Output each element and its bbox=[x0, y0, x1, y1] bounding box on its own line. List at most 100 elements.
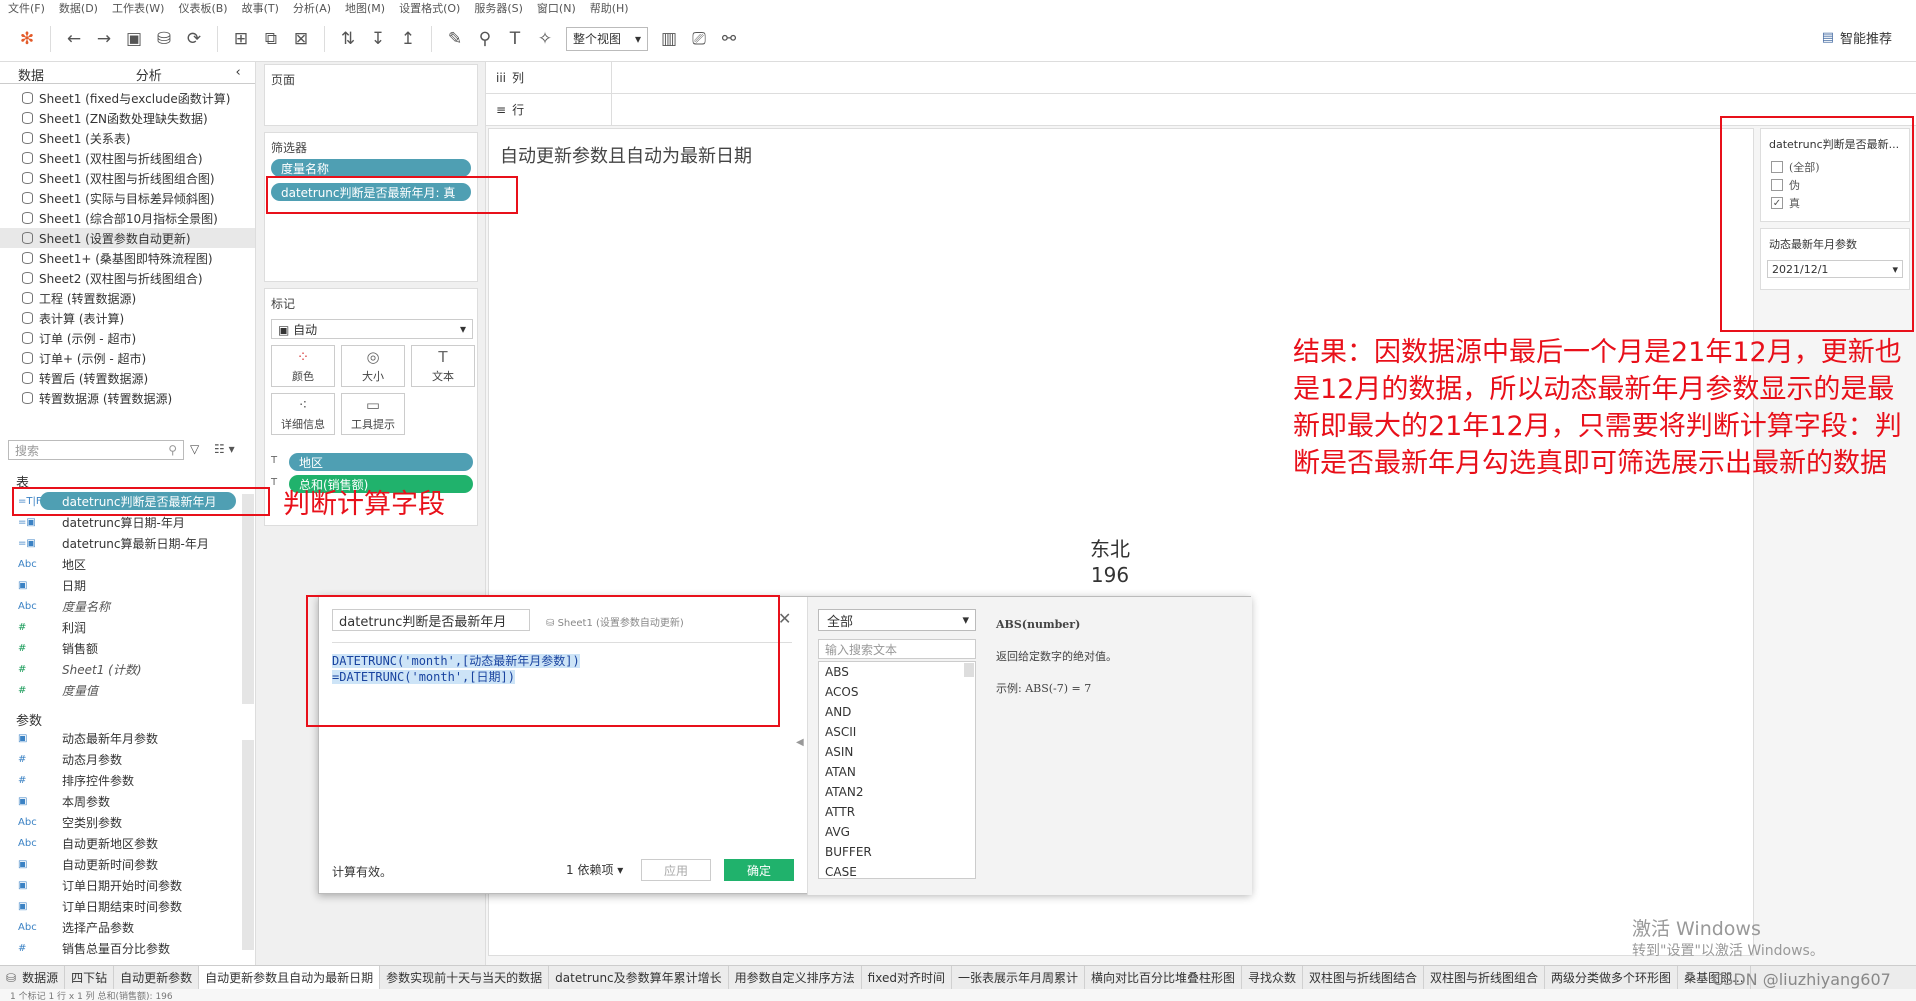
field-item[interactable]: =▣ datetrunc算最新日期-年月 bbox=[0, 533, 250, 554]
apply-button[interactable]: 应用 bbox=[641, 859, 711, 881]
sort-asc-icon[interactable]: ↧ bbox=[363, 24, 393, 54]
datasource-item[interactable]: Sheet1 (设置参数自动更新) bbox=[0, 228, 255, 248]
filter-icon[interactable]: ▽ bbox=[190, 442, 199, 456]
function-category-select[interactable]: 全部 ▾ bbox=[818, 609, 976, 631]
function-list-scrollbar[interactable] bbox=[964, 663, 974, 677]
sort-desc-icon[interactable]: ↥ bbox=[393, 24, 423, 54]
rows-shelf[interactable]: ≡ 行 bbox=[486, 94, 1916, 126]
field-item[interactable]: # Sheet1 (计数) bbox=[0, 659, 250, 680]
view-options-icon[interactable]: ☷ ▾ bbox=[214, 442, 235, 456]
datasource-item[interactable]: Sheet1 (ZN函数处理缺失数据) bbox=[0, 108, 255, 128]
datasource-item[interactable]: 转置数据源 (转置数据源) bbox=[0, 388, 255, 408]
swap-icon[interactable]: ⇅ bbox=[333, 24, 363, 54]
menu-item[interactable]: 数据(D) bbox=[59, 0, 98, 16]
function-item[interactable]: ATTR bbox=[819, 802, 975, 822]
sheet-tab[interactable]: 用参数自定义排序方法 bbox=[729, 966, 862, 989]
dependencies-dropdown[interactable]: 1 依赖项 ▾ bbox=[566, 861, 623, 878]
datasource-item[interactable]: Sheet1 (综合部10月指标全景图) bbox=[0, 208, 255, 228]
text-button[interactable]: T 文本 bbox=[411, 345, 475, 387]
tooltip-button[interactable]: ▭ 工具提示 bbox=[341, 393, 405, 435]
duplicate-sheet-icon[interactable]: ⧉ bbox=[256, 24, 286, 54]
new-datasource-icon[interactable]: ⛁ bbox=[149, 24, 179, 54]
show-cards-icon[interactable]: ▥ bbox=[654, 24, 684, 54]
field-item[interactable]: Abc 选择产品参数 bbox=[0, 917, 250, 938]
function-item[interactable]: AVG bbox=[819, 822, 975, 842]
menu-item[interactable]: 窗口(N) bbox=[537, 0, 576, 16]
columns-shelf[interactable]: iii 列 bbox=[486, 62, 1916, 94]
sheet-tab[interactable]: 自动更新参数 bbox=[114, 966, 200, 989]
field-item[interactable]: Abc 空类别参数 bbox=[0, 812, 250, 833]
sheet-tab[interactable]: datetrunc及参数算年累计增长 bbox=[549, 966, 729, 989]
field-item[interactable]: ▣ 订单日期开始时间参数 bbox=[0, 875, 250, 896]
collapse-icon[interactable]: ‹ bbox=[235, 62, 255, 83]
datasource-item[interactable]: 表计算 (表计算) bbox=[0, 308, 255, 328]
color-button[interactable]: ⁘ 颜色 bbox=[271, 345, 335, 387]
sheet-tab[interactable]: 自动更新参数且自动为最新日期 bbox=[199, 966, 381, 989]
field-item[interactable]: Abc 度量名称 bbox=[0, 596, 250, 617]
undo-icon[interactable]: ← bbox=[59, 24, 89, 54]
field-item[interactable]: ▣ 本周参数 bbox=[0, 791, 250, 812]
function-item[interactable]: ACOS bbox=[819, 682, 975, 702]
sheet-tab[interactable]: 寻找众数 bbox=[1242, 966, 1304, 989]
function-list[interactable]: ABS ACOS AND ASCII ASIN ATAN ATAN2 ATTR AVG BUFFE… bbox=[818, 661, 976, 879]
menu-item[interactable]: 帮助(H) bbox=[590, 0, 629, 16]
presentation-icon[interactable]: ⎚ bbox=[684, 24, 714, 54]
function-item[interactable]: BUFFER bbox=[819, 842, 975, 862]
field-item[interactable]: # 利润 bbox=[0, 617, 250, 638]
menu-item[interactable]: 服务器(S) bbox=[474, 0, 523, 16]
datasource-item[interactable]: 订单+ (示例 - 超市) bbox=[0, 348, 255, 368]
field-item[interactable]: # 度量值 bbox=[0, 680, 250, 701]
field-item[interactable]: # 动态月参数 bbox=[0, 749, 250, 770]
function-item[interactable]: ABS bbox=[819, 662, 975, 682]
tab-data[interactable]: 数据 bbox=[0, 62, 118, 84]
datasource-item[interactable]: Sheet1 (双柱图与折线图组合) bbox=[0, 148, 255, 168]
field-scrollbar[interactable] bbox=[242, 494, 254, 704]
filter-pill-measure-names[interactable]: 度量名称 bbox=[271, 159, 471, 177]
label-icon[interactable]: T bbox=[500, 24, 530, 54]
share-icon[interactable]: ⚯ bbox=[714, 24, 744, 54]
tab-datasource[interactable]: ⛁ 数据源 bbox=[0, 966, 66, 989]
menu-item[interactable]: 故事(T) bbox=[242, 0, 279, 16]
sheet-tab[interactable]: 两级分类做多个环形图 bbox=[1545, 966, 1679, 989]
function-item[interactable]: ASCII bbox=[819, 722, 975, 742]
field-item[interactable]: # 销售总量百分比参数 bbox=[0, 938, 250, 959]
field-item[interactable]: # 销售额 bbox=[0, 638, 250, 659]
datasource-item[interactable]: Sheet1 (实际与目标差异倾斜图) bbox=[0, 188, 255, 208]
sheet-tab[interactable]: 一张表展示年月周累计 bbox=[952, 966, 1085, 989]
menu-item[interactable]: 文件(F) bbox=[8, 0, 45, 16]
highlight-icon[interactable]: ✎ bbox=[440, 24, 470, 54]
function-item[interactable]: ATAN bbox=[819, 762, 975, 782]
sheet-tab[interactable]: 横向对比百分比堆叠柱形图 bbox=[1085, 966, 1242, 989]
field-item[interactable]: Abc 自动更新地区参数 bbox=[0, 833, 250, 854]
function-search-input[interactable]: 输入搜索文本 bbox=[818, 639, 976, 659]
group-icon[interactable]: ⚲ bbox=[470, 24, 500, 54]
datasource-item[interactable]: Sheet2 (双柱图与折线图组合) bbox=[0, 268, 255, 288]
mark-pill-region[interactable]: 地区 bbox=[289, 453, 473, 471]
smart-recommend-button[interactable]: ▤ 智能推荐 bbox=[1822, 28, 1892, 47]
function-item[interactable]: ASIN bbox=[819, 742, 975, 762]
redo-icon[interactable]: → bbox=[89, 24, 119, 54]
tab-analytics[interactable]: 分析 bbox=[118, 62, 236, 84]
field-item[interactable]: ▣ 订单日期结束时间参数 bbox=[0, 896, 250, 917]
mark-type-select[interactable]: ▣ 自动 ▾ bbox=[271, 319, 473, 339]
menu-item[interactable]: 分析(A) bbox=[293, 0, 331, 16]
menu-item[interactable]: 地图(M) bbox=[345, 0, 385, 16]
collapse-arrow-icon[interactable]: ◀ bbox=[796, 737, 804, 748]
function-item[interactable]: CASE bbox=[819, 862, 975, 878]
datasource-item[interactable]: 工程 (转置数据源) bbox=[0, 288, 255, 308]
close-icon[interactable]: ✕ bbox=[778, 609, 791, 628]
menu-item[interactable]: 工作表(W) bbox=[112, 0, 164, 16]
field-item[interactable]: ▣ 日期 bbox=[0, 575, 250, 596]
field-search-input[interactable]: 搜索 ⚲ bbox=[8, 440, 184, 460]
size-button[interactable]: ◎ 大小 bbox=[341, 345, 405, 387]
clear-sheet-icon[interactable]: ⊠ bbox=[286, 24, 316, 54]
sheet-tab[interactable]: 四下钻 bbox=[65, 966, 115, 989]
new-sheet-icon[interactable]: ⊞ bbox=[226, 24, 256, 54]
viz-mark-label[interactable]: 东北 196 bbox=[1090, 536, 1130, 588]
field-item[interactable]: ▣ 自动更新时间参数 bbox=[0, 854, 250, 875]
datasource-item[interactable]: 订单 (示例 - 超市) bbox=[0, 328, 255, 348]
tableau-logo-icon[interactable]: ✻ bbox=[12, 24, 42, 54]
sheet-tab[interactable]: 双柱图与折线图结合 bbox=[1303, 966, 1425, 989]
pin-icon[interactable]: ✧ bbox=[530, 24, 560, 54]
datasource-item[interactable]: Sheet1+ (桑基图即特殊流程图) bbox=[0, 248, 255, 268]
